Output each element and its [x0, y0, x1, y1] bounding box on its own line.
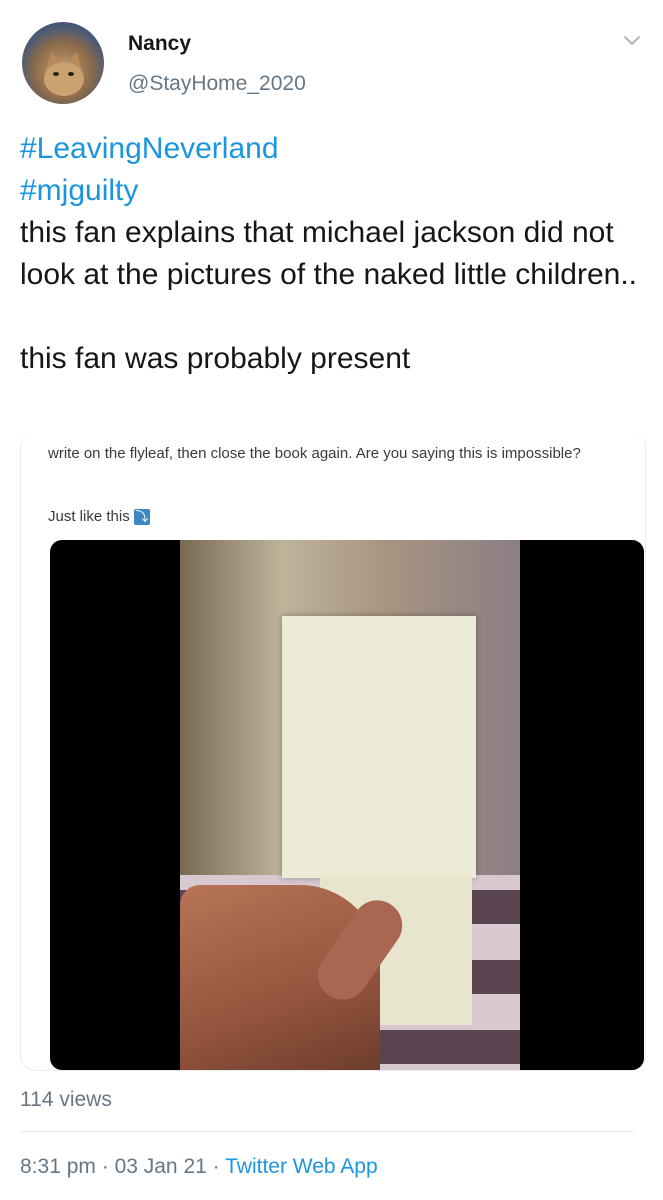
embedded-subtext-label: Just like this — [48, 508, 130, 525]
tweet-meta: 8:31 pm · 03 Jan 21 · Twitter Web App — [20, 1155, 378, 1178]
avatar[interactable] — [22, 22, 104, 104]
tweet-body: this fan explains that michael jackson d… — [20, 216, 638, 375]
divider — [20, 1131, 634, 1132]
tweet-date[interactable]: 03 Jan 21 — [115, 1155, 207, 1178]
tweet-text: #LeavingNeverland #mjguilty this fan exp… — [20, 128, 640, 380]
author-name[interactable]: Nancy — [128, 32, 191, 56]
hashtag-link[interactable]: #mjguilty — [20, 170, 640, 212]
tweet-source-link[interactable]: Twitter Web App — [225, 1155, 378, 1178]
arrow-down-emoji-icon: ⤵ — [133, 509, 150, 526]
embedded-text: write on the flyleaf, then close the boo… — [48, 445, 581, 462]
video-player[interactable] — [50, 540, 644, 1070]
hashtag-link[interactable]: #LeavingNeverland — [20, 128, 640, 170]
embedded-subtext: Just like this ⤵ — [48, 508, 150, 526]
chevron-down-icon[interactable] — [622, 30, 642, 50]
tweet-time[interactable]: 8:31 pm — [20, 1155, 96, 1178]
view-count: 114 views — [20, 1088, 112, 1111]
book-image — [282, 616, 476, 878]
author-handle[interactable]: @StayHome_2020 — [128, 72, 306, 96]
